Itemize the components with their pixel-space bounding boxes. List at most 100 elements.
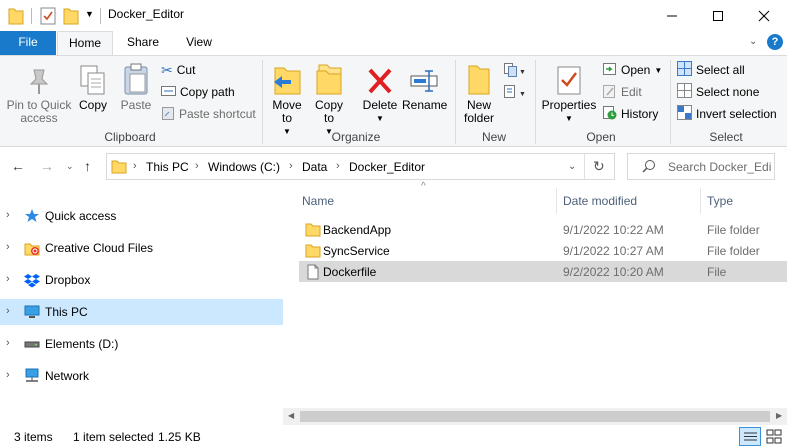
nav-item-dropbox[interactable]: › Dropbox	[0, 267, 283, 293]
nav-item-this-pc[interactable]: › This PC	[0, 299, 283, 325]
breadcrumb-docker-editor[interactable]: Docker_Editor	[349, 160, 425, 174]
history-button[interactable]: History	[602, 104, 658, 124]
dropdown-arrow-icon: ▼	[565, 114, 573, 123]
help-icon[interactable]: ?	[767, 34, 783, 50]
new-folder-button[interactable]: New folder	[460, 60, 498, 125]
column-header-type[interactable]: Type	[707, 194, 733, 208]
tab-share[interactable]: Share	[116, 31, 170, 55]
copy-label: Copy	[78, 98, 107, 112]
status-bar: 3 items 1 item selected 1.25 KB	[0, 425, 787, 448]
nav-item-network[interactable]: › Network	[0, 363, 283, 389]
easy-access-icon[interactable]: ▼	[503, 84, 526, 103]
expand-arrow-icon[interactable]: ›	[6, 273, 10, 285]
open-button[interactable]: Open ▼	[602, 60, 662, 80]
nav-item-elements-d[interactable]: › Elements (D:)	[0, 331, 283, 357]
expand-arrow-icon[interactable]: ›	[6, 337, 10, 349]
rename-icon	[402, 60, 446, 96]
file-row-syncservice[interactable]: SyncService 9/1/2022 10:27 AM File folde…	[299, 240, 787, 261]
move-to-button[interactable]: Move to ▼	[269, 60, 305, 138]
file-row-dockerfile[interactable]: Dockerfile 9/2/2022 10:20 AM File	[299, 261, 787, 282]
file-list: ^ Name Date modified Type BackendApp 9/1…	[283, 181, 787, 408]
column-header-date[interactable]: Date modified	[563, 194, 637, 208]
search-box[interactable]: Search Docker_Edi...	[627, 153, 775, 180]
chevron-right-icon[interactable]: ›	[133, 160, 137, 172]
delete-button[interactable]: Delete ▼	[360, 60, 400, 125]
customize-quick-access-icon[interactable]: ▼	[85, 9, 94, 19]
breadcrumb-windows-c[interactable]: Windows (C:)	[208, 160, 280, 174]
column-separator[interactable]	[556, 188, 557, 214]
forward-arrow-icon[interactable]: →	[40, 158, 54, 174]
expand-arrow-icon[interactable]: ›	[6, 209, 10, 221]
cut-button[interactable]: ✂ Cut	[161, 60, 195, 80]
nav-item-quick-access[interactable]: › Quick access	[0, 203, 283, 229]
properties-button[interactable]: Properties ▼	[539, 60, 599, 125]
copy-to-button[interactable]: Copy to ▼	[311, 60, 347, 138]
folder-icon	[111, 158, 127, 177]
chevron-right-icon[interactable]: ›	[336, 160, 340, 172]
breadcrumb-data[interactable]: Data	[302, 160, 327, 174]
select-all-button[interactable]: Select all	[677, 60, 745, 80]
file-row-backendapp[interactable]: BackendApp 9/1/2022 10:22 AM File folder	[299, 219, 787, 240]
paste-label: Paste	[120, 98, 152, 112]
minimize-button[interactable]	[649, 0, 695, 31]
invert-selection-icon	[677, 105, 692, 123]
file-type: File	[707, 265, 727, 279]
address-bar[interactable]: › This PC › Windows (C:) › Data › Docker…	[106, 153, 615, 180]
history-label: History	[621, 107, 659, 121]
close-button[interactable]	[741, 0, 787, 31]
select-none-button[interactable]: Select none	[677, 82, 759, 102]
edit-button[interactable]: Edit	[602, 82, 642, 102]
ribbon-tabs: File Home Share View ⌄ ?	[0, 31, 787, 56]
recent-locations-icon[interactable]: ⌄	[66, 161, 74, 172]
invert-selection-label: Invert selection	[696, 107, 777, 121]
selection-size: 1.25 KB	[158, 430, 201, 444]
rename-button[interactable]: Rename	[402, 60, 447, 112]
expand-arrow-icon[interactable]: ›	[6, 305, 10, 317]
invert-selection-button[interactable]: Invert selection	[677, 104, 777, 124]
copy-path-button[interactable]: Copy path	[161, 82, 235, 102]
nav-label: Elements (D:)	[45, 337, 119, 351]
file-name: BackendApp	[323, 223, 392, 237]
scrollbar-thumb[interactable]	[300, 411, 770, 422]
dropbox-icon	[24, 272, 40, 288]
large-icons-view-icon[interactable]	[765, 428, 783, 448]
back-arrow-icon[interactable]: ←	[11, 158, 25, 174]
navigation-bar: ← → ⌄ ↑ › This PC › Windows (C:) › Data …	[0, 148, 787, 184]
item-count: 3 items	[14, 430, 53, 444]
details-view-icon[interactable]	[739, 427, 761, 446]
file-name: Dockerfile	[323, 265, 377, 279]
maximize-button[interactable]	[695, 0, 741, 31]
chevron-down-icon[interactable]: ⌄	[568, 161, 576, 172]
new-item-icon[interactable]: ▼	[503, 62, 526, 81]
file-type: File folder	[707, 223, 760, 237]
paste-button[interactable]: Paste	[117, 60, 155, 112]
properties-quick-icon[interactable]	[40, 5, 56, 28]
scroll-right-icon[interactable]: ▶	[776, 411, 782, 420]
chevron-down-icon[interactable]: ⌄	[749, 36, 757, 47]
pin-to-quick-access-button[interactable]: Pin to Quick access	[4, 60, 74, 125]
column-separator[interactable]	[700, 188, 701, 214]
paste-icon	[117, 60, 155, 96]
select-none-icon	[677, 83, 692, 101]
scissors-icon: ✂	[161, 61, 173, 78]
tab-view[interactable]: View	[172, 31, 226, 55]
tab-file[interactable]: File	[0, 31, 56, 55]
tab-home[interactable]: Home	[57, 31, 113, 56]
clipboard-group-label: Clipboard	[104, 130, 156, 144]
expand-arrow-icon[interactable]: ›	[6, 241, 10, 253]
copy-button[interactable]: Copy	[76, 60, 110, 112]
horizontal-scrollbar[interactable]: ◀ ▶	[283, 408, 787, 425]
creative-cloud-icon	[24, 240, 40, 256]
chevron-right-icon[interactable]: ›	[289, 160, 293, 172]
nav-item-creative-cloud[interactable]: › Creative Cloud Files	[0, 235, 283, 261]
properties-label: Properties	[541, 98, 597, 112]
new-folder-quick-icon[interactable]	[63, 5, 79, 28]
expand-arrow-icon[interactable]: ›	[6, 369, 10, 381]
refresh-icon[interactable]: ↻	[593, 158, 605, 175]
up-arrow-icon[interactable]: ↑	[84, 158, 91, 174]
paste-shortcut-button[interactable]: Paste shortcut	[161, 104, 256, 124]
scroll-left-icon[interactable]: ◀	[288, 411, 294, 420]
column-header-name[interactable]: Name	[302, 194, 334, 208]
breadcrumb-this-pc[interactable]: This PC	[146, 160, 189, 174]
chevron-right-icon[interactable]: ›	[195, 160, 199, 172]
